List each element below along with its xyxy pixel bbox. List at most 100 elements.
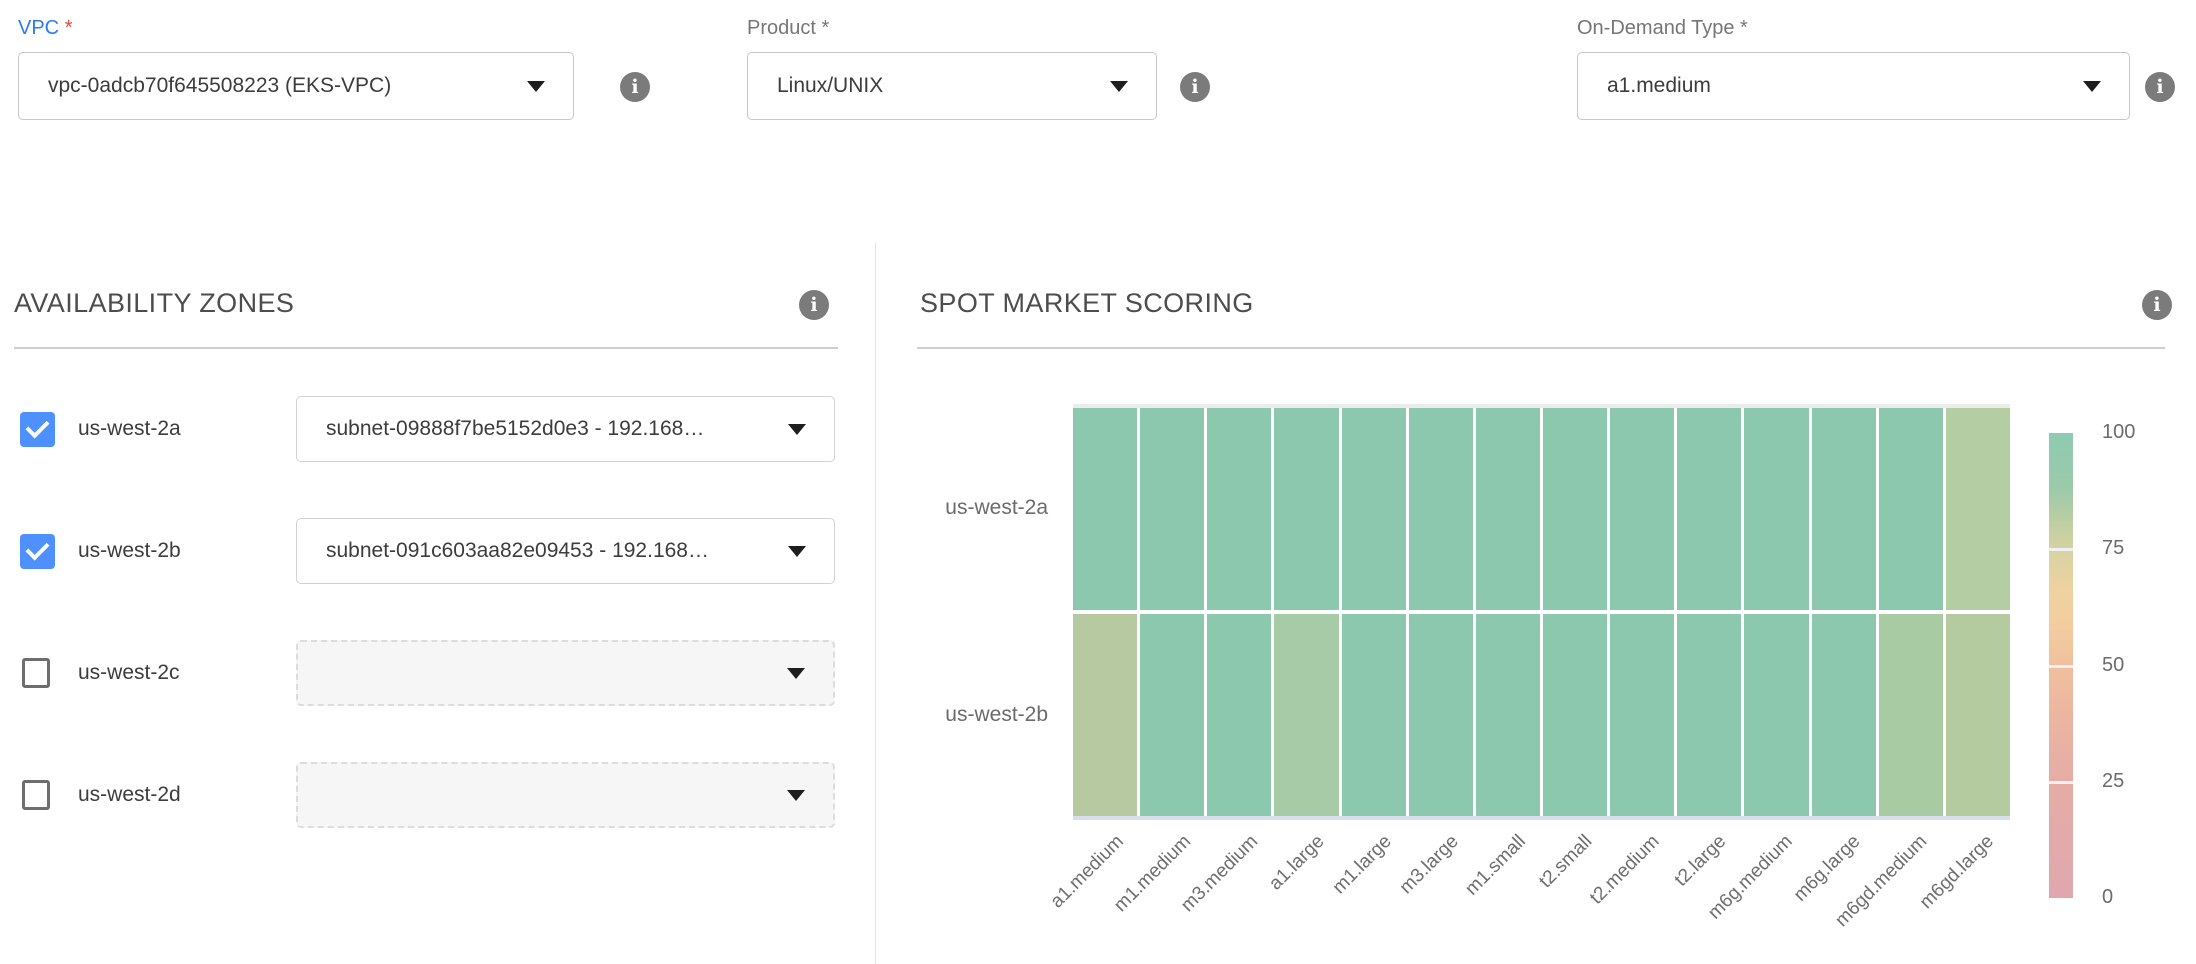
product-info-icon[interactable]: i xyxy=(1180,72,1210,102)
heatmap-cell-us-west-2b-m6g.medium xyxy=(1744,614,1808,816)
heatmap-cell-us-west-2b-m6g.large xyxy=(1812,614,1876,816)
heatmap-cell-us-west-2b-t2.small xyxy=(1543,614,1607,816)
subnet-select-us-west-2b[interactable]: subnet-091c603aa82e09453 - 192.168… xyxy=(296,518,835,584)
on-demand-type-field-group: On-Demand Type * a1.medium xyxy=(1577,16,2130,120)
heatmap-cell-us-west-2a-m1.medium xyxy=(1140,408,1204,610)
on-demand-type-info-icon[interactable]: i xyxy=(2145,72,2175,102)
heatmap-col-label-a1.large: a1.large xyxy=(1265,831,1329,895)
chevron-down-icon xyxy=(527,81,545,92)
heatmap-cell-us-west-2b-t2.large xyxy=(1677,614,1741,816)
zone-label: us-west-2b xyxy=(78,539,181,563)
availability-zones-info-icon[interactable]: i xyxy=(799,290,829,320)
chevron-down-icon xyxy=(787,668,805,679)
vpc-select-value: vpc-0adcb70f645508223 (EKS-VPC) xyxy=(48,74,391,98)
heatmap-cell-us-west-2b-t2.medium xyxy=(1610,614,1674,816)
heatmap-colorbar xyxy=(2049,433,2073,898)
on-demand-type-label: On-Demand Type * xyxy=(1577,16,2130,40)
chevron-down-icon xyxy=(787,790,805,801)
colorbar-tick-label-0: 0 xyxy=(2102,886,2113,909)
heatmap-cell-us-west-2a-a1.large xyxy=(1274,408,1338,610)
heatmap-cell-us-west-2b-m3.medium xyxy=(1207,614,1271,816)
heatmap-cell-us-west-2a-m6gd.medium xyxy=(1879,408,1943,610)
zone-label: us-west-2a xyxy=(78,417,181,441)
chevron-down-icon xyxy=(2083,81,2101,92)
checkbox-us-west-2c-unchecked[interactable] xyxy=(22,658,50,688)
panel-vertical-divider xyxy=(875,243,876,964)
subnet-select-wrap: subnet-091c603aa82e09453 - 192.168… xyxy=(296,518,835,584)
heatmap-grid xyxy=(1073,408,2010,816)
spot-market-scoring-info-icon[interactable]: i xyxy=(2142,290,2172,320)
availability-zones-divider xyxy=(14,347,838,349)
heatmap-col-label-t2.large: t2.large xyxy=(1671,831,1731,891)
heatmap-col-label-m1.small: m1.small xyxy=(1461,831,1530,900)
colorbar-tick-label-75: 75 xyxy=(2102,537,2124,560)
zone-label: us-west-2c xyxy=(78,661,180,685)
vpc-required-asterisk: * xyxy=(65,17,73,39)
heatmap-cell-us-west-2b-a1.medium xyxy=(1073,614,1137,816)
subnet-select-wrap xyxy=(296,640,835,706)
chevron-down-icon xyxy=(788,424,806,435)
heatmap-row-label-us-west-2b: us-west-2b xyxy=(860,703,1048,727)
heatmap-cell-us-west-2a-m6g.large xyxy=(1812,408,1876,610)
chevron-down-icon xyxy=(1110,81,1128,92)
product-label: Product * xyxy=(747,16,1157,40)
heatmap-bottom-border xyxy=(1073,816,2010,820)
checkbox-us-west-2a-checked[interactable] xyxy=(20,412,55,447)
heatmap-row-label-us-west-2a: us-west-2a xyxy=(860,496,1048,520)
subnet-select-wrap: subnet-09888f7be5152d0e3 - 192.168… xyxy=(296,396,835,462)
heatmap-cell-us-west-2b-m1.medium xyxy=(1140,614,1204,816)
az-row-us-west-2b: us-west-2b subnet-091c603aa82e09453 - 192… xyxy=(0,518,860,586)
vpc-select[interactable]: vpc-0adcb70f645508223 (EKS-VPC) xyxy=(18,52,574,120)
heatmap-col-label-t2.small: t2.small xyxy=(1535,831,1597,893)
heatmap-cell-us-west-2a-m3.medium xyxy=(1207,408,1271,610)
colorbar-tick-label-100: 100 xyxy=(2102,421,2135,444)
colorbar-tick-line-75 xyxy=(2049,548,2073,551)
heatmap-cell-us-west-2a-t2.large xyxy=(1677,408,1741,610)
subnet-select-value: subnet-09888f7be5152d0e3 - 192.168… xyxy=(326,417,704,441)
product-field-group: Product * Linux/UNIX xyxy=(747,16,1157,120)
vpc-field-group: VPC * vpc-0adcb70f645508223 (EKS-VPC) xyxy=(18,16,574,120)
heatmap-col-label-m1.large: m1.large xyxy=(1328,831,1396,899)
heatmap-cell-us-west-2b-m6gd.medium xyxy=(1879,614,1943,816)
heatmap-cell-us-west-2a-a1.medium xyxy=(1073,408,1137,610)
on-demand-type-select-value: a1.medium xyxy=(1607,74,1711,98)
product-select[interactable]: Linux/UNIX xyxy=(747,52,1157,120)
product-select-value: Linux/UNIX xyxy=(777,74,883,98)
spot-market-scoring-divider xyxy=(917,347,2165,349)
subnet-select-us-west-2d[interactable] xyxy=(296,762,835,828)
vpc-label: VPC * xyxy=(18,16,574,40)
spot-scoring-heatmap xyxy=(1073,404,2010,820)
heatmap-col-label-m3.large: m3.large xyxy=(1395,831,1463,899)
heatmap-cell-us-west-2b-m1.large xyxy=(1342,614,1406,816)
subnet-select-us-west-2c[interactable] xyxy=(296,640,835,706)
heatmap-cell-us-west-2b-m6gd.large xyxy=(1946,614,2010,816)
checkbox-us-west-2b-checked[interactable] xyxy=(20,534,55,569)
on-demand-type-select[interactable]: a1.medium xyxy=(1577,52,2130,120)
heatmap-cell-us-west-2b-m3.large xyxy=(1409,614,1473,816)
heatmap-cell-us-west-2b-m1.small xyxy=(1476,614,1540,816)
heatmap-cell-us-west-2a-m6gd.large xyxy=(1946,408,2010,610)
colorbar-tick-label-50: 50 xyxy=(2102,654,2124,677)
heatmap-cell-us-west-2a-m1.large xyxy=(1342,408,1406,610)
heatmap-cell-us-west-2b-a1.large xyxy=(1274,614,1338,816)
heatmap-cell-us-west-2a-m3.large xyxy=(1409,408,1473,610)
spot-market-scoring-title: SPOT MARKET SCORING xyxy=(920,288,1254,319)
vpc-label-text: VPC xyxy=(18,17,59,39)
subnet-select-us-west-2a[interactable]: subnet-09888f7be5152d0e3 - 192.168… xyxy=(296,396,835,462)
zone-label: us-west-2d xyxy=(78,783,181,807)
colorbar-tick-line-50 xyxy=(2049,665,2073,668)
heatmap-col-label-t2.medium: t2.medium xyxy=(1586,831,1664,909)
heatmap-cell-us-west-2a-m6g.medium xyxy=(1744,408,1808,610)
heatmap-cell-us-west-2a-t2.medium xyxy=(1610,408,1674,610)
vpc-info-icon[interactable]: i xyxy=(620,72,650,102)
az-row-us-west-2a: us-west-2a subnet-09888f7be5152d0e3 - 192… xyxy=(0,396,860,464)
colorbar-tick-line-25 xyxy=(2049,781,2073,784)
heatmap-cell-us-west-2a-t2.small xyxy=(1543,408,1607,610)
az-row-us-west-2d: us-west-2d xyxy=(0,762,860,830)
checkbox-us-west-2d-unchecked[interactable] xyxy=(22,780,50,810)
az-row-us-west-2c: us-west-2c xyxy=(0,640,860,708)
chevron-down-icon xyxy=(788,546,806,557)
availability-zones-title: AVAILABILITY ZONES xyxy=(14,288,294,319)
subnet-select-value: subnet-091c603aa82e09453 - 192.168… xyxy=(326,539,709,563)
colorbar-tick-label-25: 25 xyxy=(2102,770,2124,793)
